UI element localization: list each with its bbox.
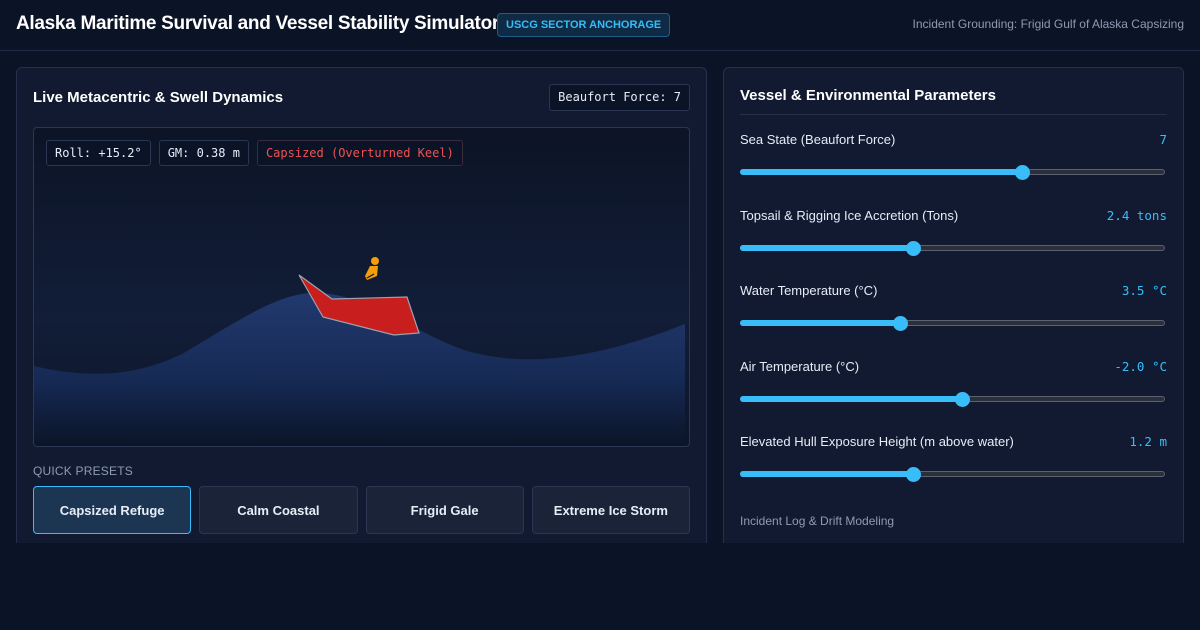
slider-thumb[interactable] [955,392,971,407]
param-value: 3.5 °C [1121,283,1167,298]
parameters-panel: Vessel & Environmental Parameters Sea St… [723,67,1184,543]
incident-log-title: Incident Log & Drift Modeling [740,514,895,528]
beaufort-force-chip: Beaufort Force: 7 [549,84,690,111]
sector-badge: USCG SECTOR ANCHORAGE [497,13,671,37]
readout-bar: Roll: +15.2° GM: 0.38 m Capsized (Overtu… [46,140,463,166]
panel-divider [740,114,1167,115]
param-value: 1.2 m [1129,434,1167,449]
ice-accretion-slider[interactable] [740,241,1167,256]
sea-state-slider[interactable] [740,165,1167,180]
app-header: Alaska Maritime Survival and Vessel Stab… [0,0,1200,51]
survivor-icon [365,257,379,280]
simulation-panel: Live Metacentric & Swell Dynamics Beaufo… [16,67,707,543]
param-value: 7 [1159,132,1167,147]
simulation-canvas: Roll: +15.2° GM: 0.38 m Capsized (Overtu… [33,127,690,447]
slider-thumb[interactable] [905,241,921,256]
preset-calm-coastal-button[interactable]: Calm Coastal [199,486,358,534]
app-title: Alaska Maritime Survival and Vessel Stab… [16,13,499,34]
slider-fill [740,320,901,326]
param-label: Elevated Hull Exposure Height (m above w… [740,434,1014,449]
hull-exposure-height-slider[interactable] [740,467,1167,482]
slider-thumb[interactable] [905,467,921,482]
preset-extreme-ice-storm-button[interactable]: Extreme Ice Storm [531,486,690,534]
preset-frigid-gale-button[interactable]: Frigid Gale [365,486,524,534]
param-label: Water Temperature (°C) [740,283,878,298]
slider-fill [740,245,913,251]
slider-fill [740,471,913,477]
roll-readout: Roll: +15.2° [46,140,151,166]
slider-thumb[interactable] [1014,165,1030,180]
simulation-scene [34,257,685,446]
slider-fill [740,396,963,402]
incident-label: Incident Grounding: Frigid Gulf of Alask… [912,17,1184,31]
param-label: Topsail & Rigging Ice Accretion (Tons) [740,208,959,223]
simulation-panel-title: Live Metacentric & Swell Dynamics [33,89,284,106]
param-label: Sea State (Beaufort Force) [740,132,896,147]
gm-readout: GM: 0.38 m [158,140,249,166]
preset-capsized-refuge-button[interactable]: Capsized Refuge [33,486,192,534]
slider-fill [740,169,1022,175]
slider-thumb[interactable] [893,316,909,331]
air-temperature-slider[interactable] [740,392,1167,407]
preset-button-group: Capsized Refuge Calm Coastal Frigid Gale… [33,486,690,534]
param-value: -2.0 °C [1114,359,1167,374]
param-label: Air Temperature (°C) [740,359,860,374]
parameters-panel-title: Vessel & Environmental Parameters [740,87,996,104]
quick-presets-label: QUICK PRESETS [33,464,133,478]
water-temperature-slider[interactable] [740,316,1167,331]
stability-status-readout: Capsized (Overturned Keel) [256,140,463,166]
param-value: 2.4 tons [1106,208,1167,223]
